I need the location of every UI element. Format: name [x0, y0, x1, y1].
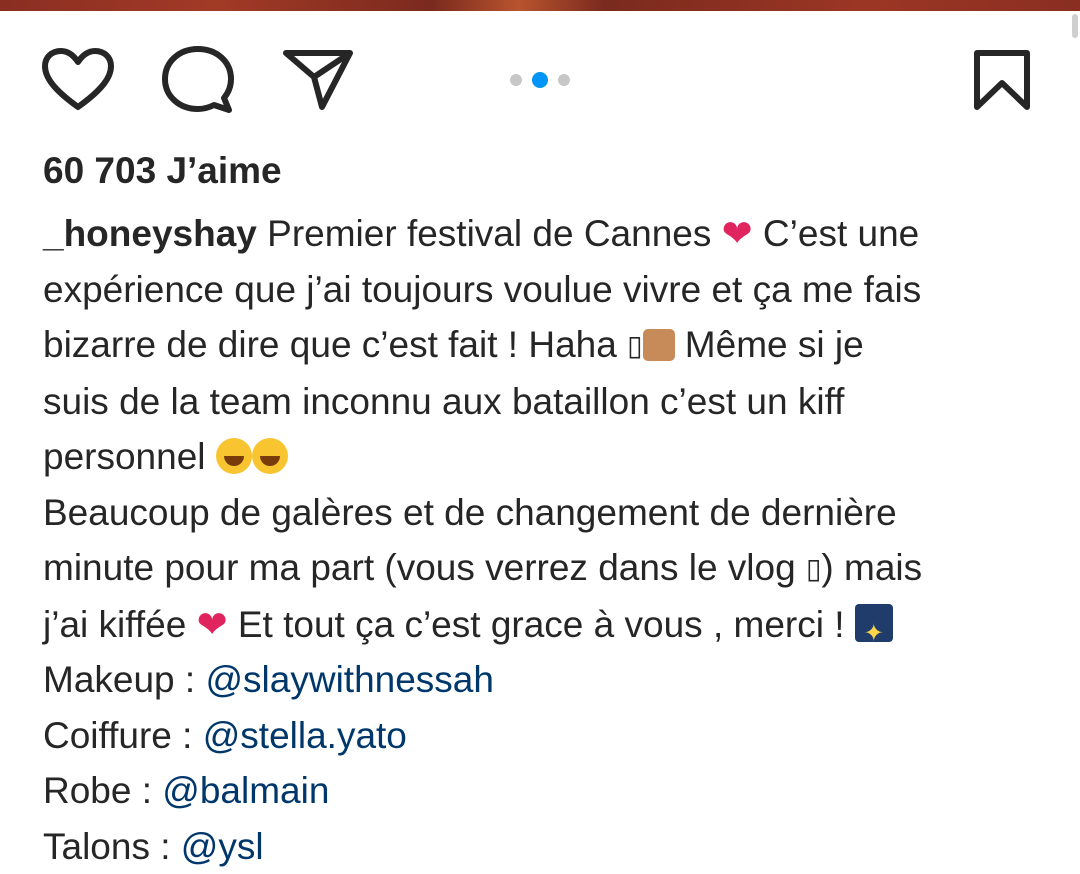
carousel-dot	[558, 74, 570, 86]
missing-glyph: ▯	[627, 329, 643, 362]
mention-link[interactable]: @balmain	[162, 770, 329, 811]
username-link[interactable]: _honeyshay	[43, 213, 257, 254]
caption-line: j’ai kiffée ❤ Et tout ça c’est grace à v…	[43, 597, 1043, 661]
caption-line: minute pour ma part (vous verrez dans le…	[43, 540, 1043, 597]
credit-line: Talons : @ysl	[43, 825, 264, 867]
likes-count[interactable]: 60 703 J’aime	[43, 150, 282, 192]
carousel-indicator	[500, 70, 580, 90]
share-button[interactable]	[278, 40, 358, 120]
caption-line: bizarre de dire que c’est fait ! Haha ▯ …	[43, 317, 1043, 374]
laughing-emoji	[251, 438, 288, 474]
mention-link[interactable]: @stella.yato	[203, 715, 407, 756]
heart-emoji: ❤	[196, 603, 228, 645]
credit-line: Robe : @balmain	[43, 770, 330, 811]
fireworks-emoji	[854, 603, 893, 661]
credit-line: Makeup : @slaywithnessah	[43, 659, 494, 700]
scrollbar-thumb[interactable]	[1072, 14, 1078, 38]
heart-emoji: ❤	[721, 213, 753, 254]
comment-bubble-icon	[162, 46, 234, 113]
laughing-emoji	[215, 438, 252, 474]
mention-link[interactable]: @slaywithnessah	[205, 659, 493, 700]
bookmark-icon	[974, 50, 1030, 110]
post-photo-bottom-edge[interactable]	[0, 0, 1080, 11]
like-button[interactable]	[38, 40, 118, 120]
caption-line: expérience que j’ai toujours voulue vivr…	[43, 268, 922, 310]
caption-line: personnel	[43, 429, 1043, 485]
caption-line: Beaucoup de galères et de changement de …	[43, 491, 897, 533]
post-action-bar	[0, 40, 1080, 120]
missing-glyph: ▯	[805, 552, 822, 585]
comment-button[interactable]	[158, 40, 238, 120]
caption-line: suis de la team inconnu aux bataillon c’…	[43, 380, 845, 422]
skin-tone-emoji	[642, 329, 675, 361]
save-button[interactable]	[962, 40, 1042, 120]
post-caption: _honeyshay Premier festival de Cannes ❤ …	[43, 206, 1043, 874]
heart-icon	[42, 48, 114, 110]
caption-line: _honeyshay Premier festival de Cannes ❤ …	[43, 213, 920, 254]
mention-link[interactable]: @ysl	[181, 826, 264, 867]
carousel-dot	[510, 74, 522, 86]
paper-plane-icon	[283, 50, 353, 110]
carousel-dot-active	[532, 72, 548, 88]
credit-line: Coiffure : @stella.yato	[43, 714, 407, 756]
